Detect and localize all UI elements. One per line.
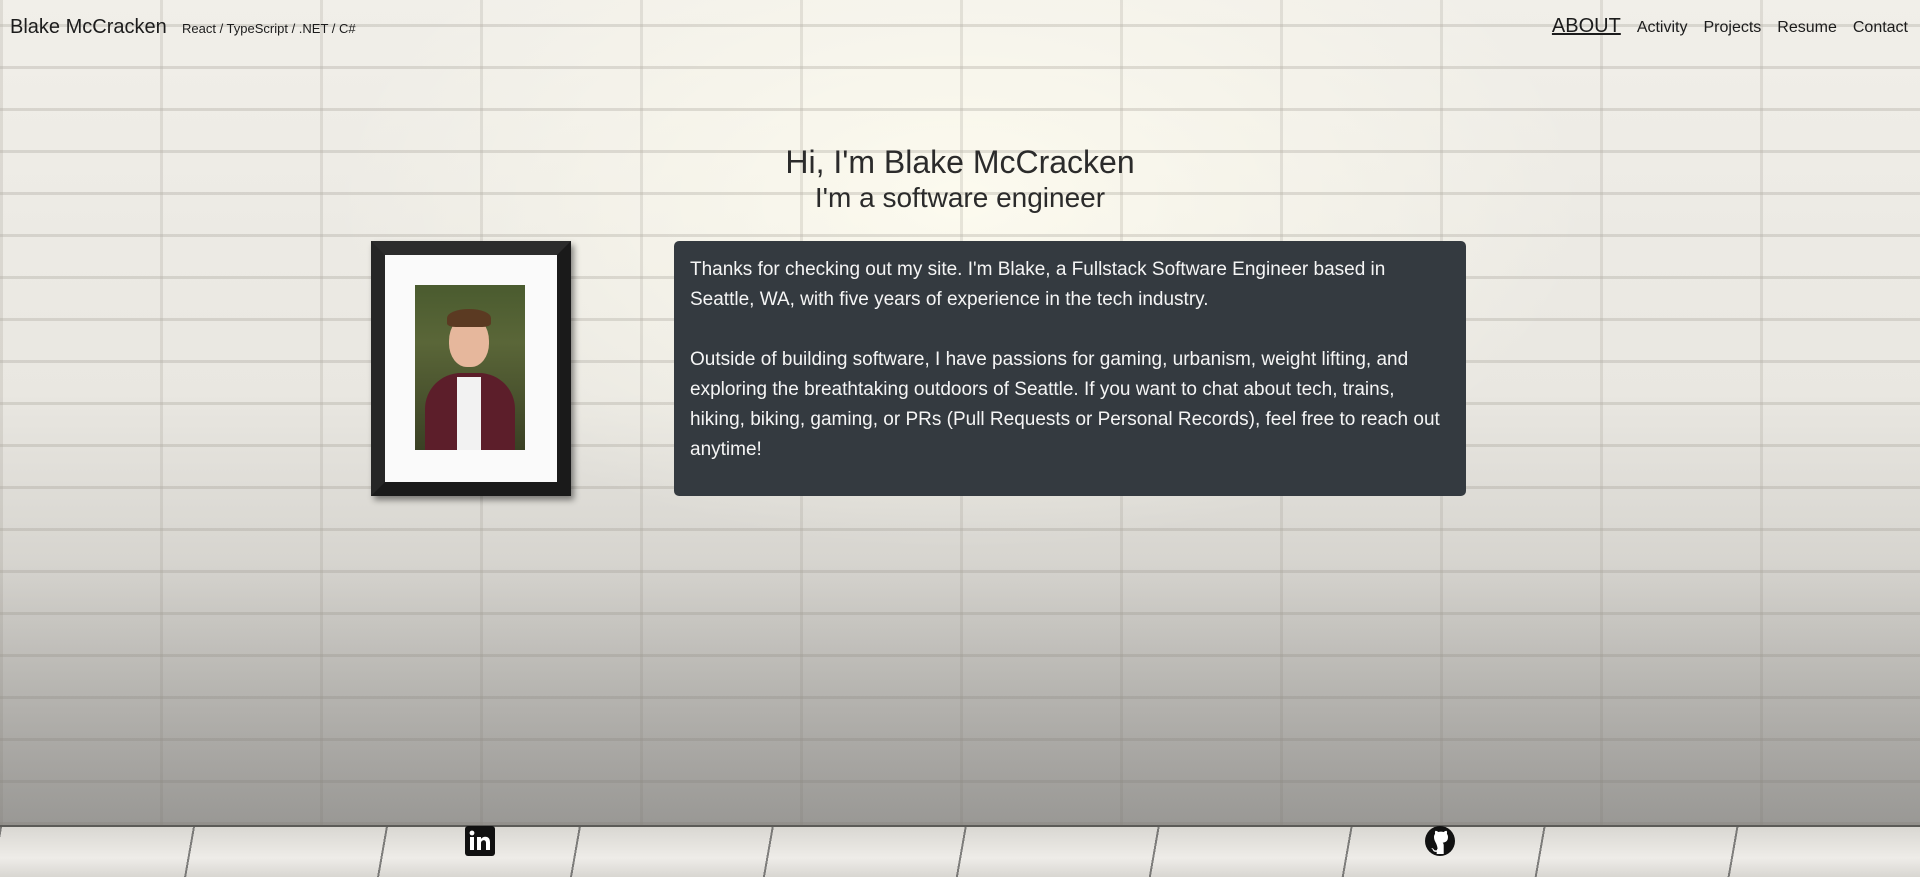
- nav-activity[interactable]: Activity: [1637, 19, 1688, 37]
- wall-shadow: [0, 560, 1920, 825]
- portrait-mat: [385, 255, 557, 482]
- linkedin-icon[interactable]: [465, 826, 495, 856]
- github-icon[interactable]: [1425, 826, 1455, 856]
- hero-subtitle: I'm a software engineer: [814, 182, 1106, 213]
- profile-photo: [415, 285, 525, 450]
- page: Blake McCracken React / TypeScript / .NE…: [0, 0, 1920, 877]
- tech-stack-tagline: React / TypeScript / .NET / C#: [182, 21, 356, 36]
- hero-title: Hi, I'm Blake McCracken: [785, 144, 1135, 180]
- brand-link[interactable]: Blake McCracken: [10, 16, 167, 39]
- wood-floor-background: [0, 825, 1920, 877]
- nav-resume[interactable]: Resume: [1777, 19, 1837, 37]
- about-card: Thanks for checking out my site. I'm Bla…: [674, 241, 1466, 496]
- about-paragraph-2: Outside of building software, I have pas…: [690, 349, 1440, 460]
- nav-projects[interactable]: Projects: [1703, 19, 1761, 37]
- about-paragraph-1: Thanks for checking out my site. I'm Bla…: [690, 259, 1386, 310]
- nav-about[interactable]: ABOUT: [1552, 15, 1621, 38]
- nav-contact[interactable]: Contact: [1853, 19, 1908, 37]
- portrait-frame: [371, 241, 571, 496]
- site-header: Blake McCracken React / TypeScript / .NE…: [0, 0, 1920, 56]
- main-nav: ABOUT Activity Projects Resume Contact: [1552, 15, 1908, 38]
